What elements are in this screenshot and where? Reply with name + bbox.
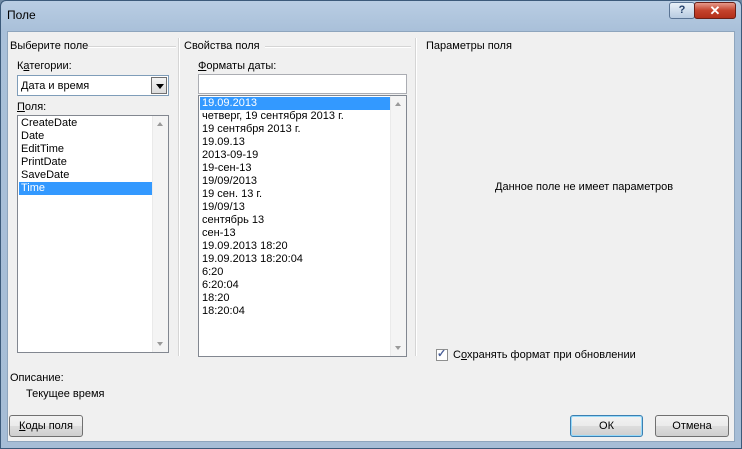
- categories-label: Категории:: [17, 60, 72, 72]
- list-item[interactable]: 19.09.2013 18:20: [200, 240, 390, 253]
- list-item[interactable]: SaveDate: [19, 169, 152, 182]
- list-item[interactable]: сентябрь 13: [200, 214, 390, 227]
- choose-field-group-title: Выберите поле: [10, 40, 89, 52]
- help-button[interactable]: ?: [669, 2, 695, 19]
- list-item[interactable]: 19 сен. 13 г.: [200, 188, 390, 201]
- list-item[interactable]: Time: [19, 182, 152, 195]
- right-divider: [415, 38, 417, 356]
- field-dialog: Поле ? ✕ Выберите поле Категории: Дата и…: [0, 0, 742, 449]
- list-item[interactable]: 19-сен-13: [200, 162, 390, 175]
- group-divider: [88, 46, 176, 48]
- description-text: Текущее время: [26, 388, 105, 400]
- preserve-format-checkbox[interactable]: ✓: [436, 348, 448, 361]
- title-bar[interactable]: Поле ? ✕: [1, 1, 741, 31]
- list-item[interactable]: 19/09/13: [200, 201, 390, 214]
- dialog-title: Поле: [7, 8, 36, 22]
- fields-items: CreateDate Date EditTime PrintDate SaveDate T…: [19, 117, 152, 195]
- scroll-down-icon[interactable]: [395, 346, 401, 350]
- scroll-up-icon[interactable]: [157, 122, 163, 126]
- date-formats-label: Форматы даты:: [198, 60, 277, 72]
- close-icon: ✕: [709, 3, 721, 18]
- ok-button[interactable]: ОК: [570, 415, 643, 437]
- close-button[interactable]: ✕: [694, 2, 736, 19]
- fields-label: Поля:: [17, 101, 47, 113]
- chevron-down-icon[interactable]: [151, 77, 167, 94]
- description-label: Описание:: [10, 372, 64, 384]
- list-item[interactable]: 6:20: [200, 266, 390, 279]
- no-parameters-message: Данное поле не имеет параметров: [495, 181, 674, 193]
- categories-dropdown[interactable]: Дата и время: [17, 75, 169, 96]
- list-item[interactable]: 19 сентября 2013 г.: [200, 123, 390, 136]
- dialog-body: Выберите поле Категории: Дата и время По…: [7, 31, 735, 442]
- checkmark-icon: ✓: [437, 348, 447, 360]
- formats-items: 19.09.2013 четверг, 19 сентября 2013 г. 19…: [200, 97, 390, 318]
- list-item[interactable]: 19/09/2013: [200, 175, 390, 188]
- fields-scrollbar[interactable]: [152, 116, 168, 352]
- list-item[interactable]: сен-13: [200, 227, 390, 240]
- date-formats-list[interactable]: 19.09.2013 четверг, 19 сентября 2013 г. 19…: [198, 95, 407, 357]
- list-item[interactable]: PrintDate: [19, 156, 152, 169]
- left-divider: [178, 38, 180, 356]
- categories-value: Дата и время: [21, 80, 90, 92]
- list-item[interactable]: 19.09.2013: [200, 97, 390, 110]
- list-item[interactable]: CreateDate: [19, 117, 152, 130]
- formats-scrollbar[interactable]: [390, 96, 406, 356]
- scroll-down-icon[interactable]: [157, 342, 163, 346]
- list-item[interactable]: 6:20:04: [200, 279, 390, 292]
- list-item[interactable]: EditTime: [19, 143, 152, 156]
- list-item[interactable]: 2013-09-19: [200, 149, 390, 162]
- list-item[interactable]: 19.09.2013 18:20:04: [200, 253, 390, 266]
- scroll-up-icon[interactable]: [395, 102, 401, 106]
- list-item[interactable]: четверг, 19 сентября 2013 г.: [200, 110, 390, 123]
- list-item[interactable]: 18:20: [200, 292, 390, 305]
- list-item[interactable]: 19.09.13: [200, 136, 390, 149]
- field-parameters-group-title: Параметры поля: [426, 40, 512, 52]
- preserve-format-label[interactable]: Сохранять формат при обновлении: [453, 349, 636, 361]
- list-item[interactable]: Date: [19, 130, 152, 143]
- cancel-button[interactable]: Отмена: [655, 415, 729, 437]
- field-codes-button[interactable]: Коды поля: [9, 415, 83, 437]
- date-format-input[interactable]: [198, 74, 407, 94]
- help-icon: ?: [678, 4, 686, 16]
- list-item[interactable]: 18:20:04: [200, 305, 390, 318]
- fields-list[interactable]: CreateDate Date EditTime PrintDate SaveDate T…: [17, 115, 169, 353]
- group-divider: [265, 46, 411, 48]
- field-properties-group-title: Свойства поля: [184, 40, 260, 52]
